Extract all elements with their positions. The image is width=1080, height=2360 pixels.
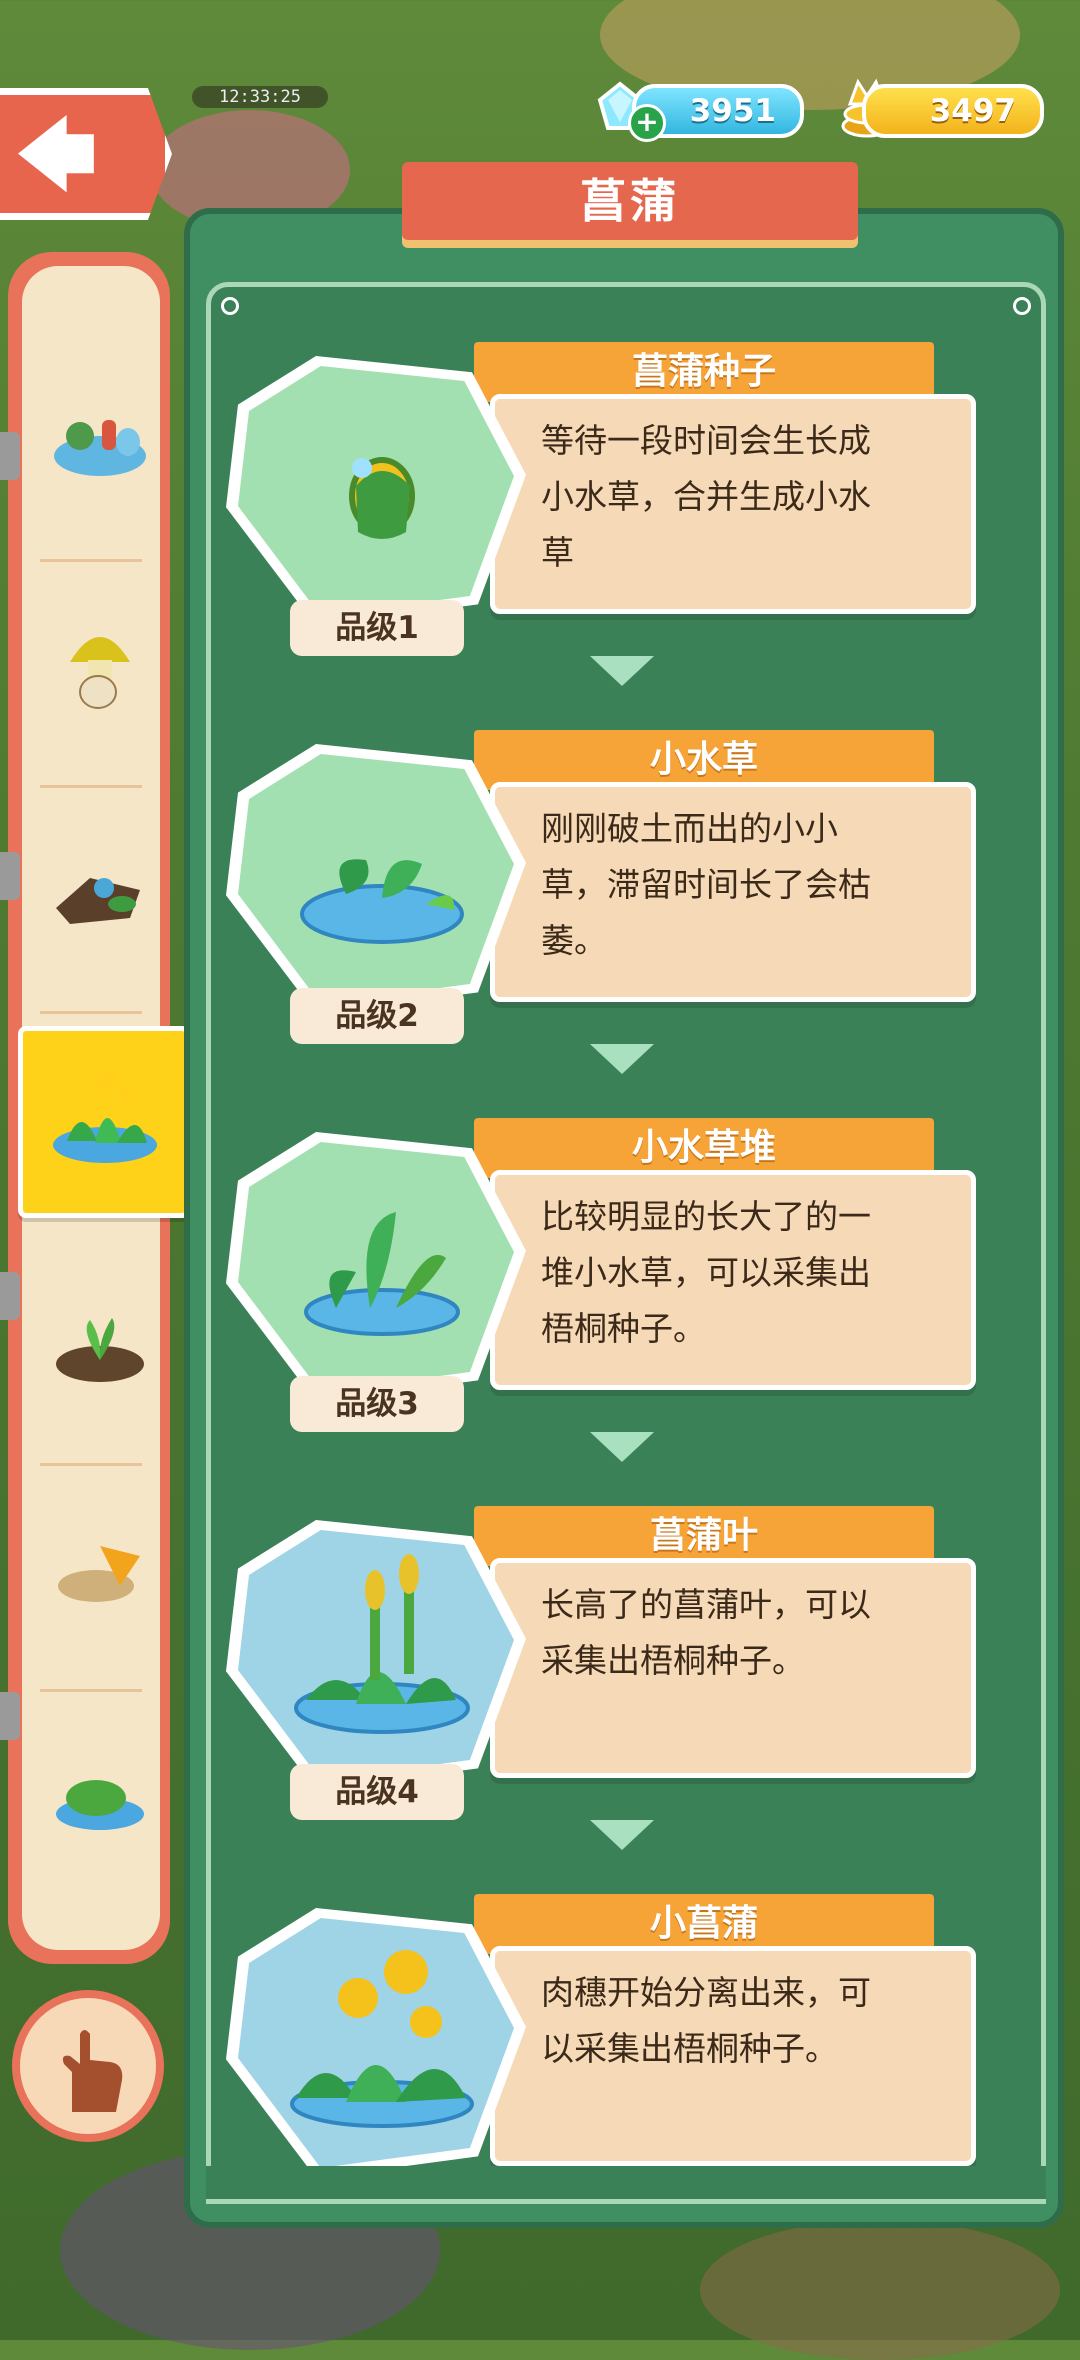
stage-card: 小水草堆 比较明显的长大了的一 堆小水草，可以采集出 梧桐种子。 品级3 <box>226 1118 1006 1438</box>
description-line: 草 <box>541 533 574 572</box>
clock-readout: 12:33:25 <box>192 86 328 108</box>
stage-description: 等待一段时间会生长成 小水草，合并生成小水 草 <box>490 394 976 614</box>
description-line: 长高了的菖蒲叶，可以 <box>541 1585 871 1624</box>
description-line: 以采集出梧桐种子。 <box>541 2029 838 2068</box>
description-line: 梧桐种子。 <box>541 1309 706 1348</box>
sidebar-clip <box>0 852 20 900</box>
description-line: 肉穗开始分离出来，可 <box>541 1973 871 2012</box>
sidebar-clip <box>0 1692 20 1740</box>
small-calamus-icon <box>290 1950 474 2128</box>
grade-label: 品级2 <box>290 988 464 1044</box>
gold-counter: 3497 <box>862 84 1044 138</box>
stage-description: 比较明显的长大了的一 堆小水草，可以采集出 梧桐种子。 <box>490 1170 976 1390</box>
chevron-down-icon <box>590 1432 654 1462</box>
stage-name: 菖蒲叶 <box>474 1506 934 1566</box>
stage-description: 刚刚破土而出的小小 草，滞留时间长了会枯 萎。 <box>490 782 976 1002</box>
stage-card: 菖蒲种子 等待一段时间会生长成 小水草，合并生成小水 草 品级1 <box>226 342 1006 662</box>
seed-icon <box>349 457 415 539</box>
corner-rivet <box>1013 297 1031 315</box>
stage-name: 菖蒲种子 <box>474 342 934 402</box>
sidebar-tab-mushroom[interactable] <box>22 562 160 788</box>
sidebar-tab-pond[interactable] <box>22 336 160 562</box>
yellow-flower-pond-icon <box>53 1071 157 1163</box>
panel-title: 菖蒲 <box>402 162 858 240</box>
pointing-hand-icon <box>62 2030 123 2112</box>
description-line: 比较明显的长大了的一 <box>541 1197 871 1236</box>
add-gems-button[interactable]: + <box>628 104 666 142</box>
pond-creatures-icon <box>54 420 146 476</box>
moss-puddle-icon <box>56 1780 144 1830</box>
sidebar-tab-log[interactable] <box>22 788 160 1014</box>
leaf-rock-icon <box>58 1546 140 1602</box>
sidebar-tab-calamus[interactable] <box>18 1026 190 1218</box>
mossy-log-icon <box>56 878 140 924</box>
description-line: 小水草，合并生成小水 <box>541 477 871 516</box>
stage-card: 菖蒲叶 长高了的菖蒲叶，可以 采集出梧桐种子。 品级4 <box>226 1506 1006 1826</box>
chevron-down-icon <box>590 1820 654 1850</box>
stage-name: 小水草 <box>474 730 934 790</box>
back-button[interactable]: 🡄 <box>0 88 172 220</box>
sidebar-clip <box>0 432 20 480</box>
description-line: 刚刚破土而出的小小 <box>541 809 838 848</box>
mushroom-egg-icon <box>70 637 130 709</box>
small-grass-icon <box>300 859 464 944</box>
calamus-leaf-icon <box>294 1554 470 1734</box>
chevron-down-icon <box>590 656 654 686</box>
sidebar-tab-moss[interactable] <box>22 1692 160 1918</box>
grass-pile-icon <box>304 1212 460 1336</box>
stage-description: 长高了的菖蒲叶，可以 采集出梧桐种子。 <box>490 1558 976 1778</box>
tap-hint-button[interactable] <box>12 1990 164 2142</box>
grade-label: 品级4 <box>290 1764 464 1820</box>
sprout-soil-icon <box>56 1318 144 1382</box>
stage-description: 肉穗开始分离出来，可 以采集出梧桐种子。 <box>490 1946 976 2166</box>
corner-rivet <box>221 297 239 315</box>
sidebar-tab-leaf-rock[interactable] <box>22 1466 160 1692</box>
arrow-left-icon: 🡄 <box>16 111 97 201</box>
stage-name: 小菖蒲 <box>474 1894 934 1954</box>
list-bottom-edge <box>206 2166 1046 2204</box>
description-line: 草，滞留时间长了会枯 <box>541 865 871 904</box>
description-line: 萎。 <box>541 921 607 960</box>
chevron-down-icon <box>590 1044 654 1074</box>
sidebar-clip <box>0 1272 20 1320</box>
description-line: 堆小水草，可以采集出 <box>541 1253 871 1292</box>
description-line: 等待一段时间会生长成 <box>541 421 871 460</box>
grade-label: 品级1 <box>290 600 464 656</box>
description-line: 采集出梧桐种子。 <box>541 1641 805 1680</box>
background-scenery <box>700 2220 1060 2360</box>
sidebar-tab-sprout[interactable] <box>22 1240 160 1466</box>
tab-divider <box>40 1011 142 1014</box>
stage-name: 小水草堆 <box>474 1118 934 1178</box>
grade-label: 品级3 <box>290 1376 464 1432</box>
stage-card: 小水草 刚刚破土而出的小小 草，滞留时间长了会枯 萎。 品级2 <box>226 730 1006 1050</box>
